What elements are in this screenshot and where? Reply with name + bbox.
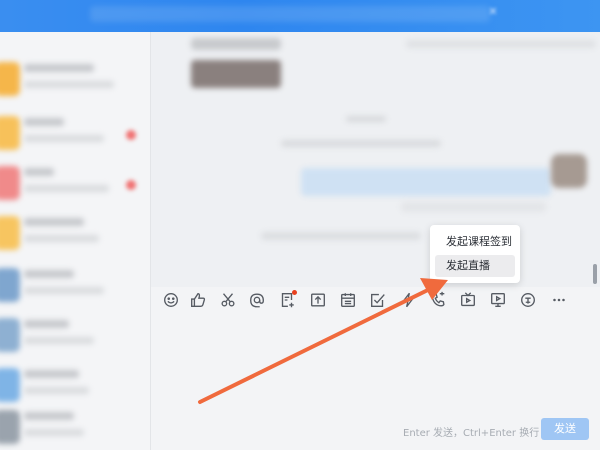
lightning-icon[interactable] (398, 290, 418, 310)
list-item[interactable] (0, 158, 150, 206)
message-toolbar (151, 287, 600, 313)
video-play-icon[interactable] (488, 290, 508, 310)
message-blurred (401, 202, 546, 212)
menu-item-start-course-checkin[interactable]: 发起课程签到 (435, 231, 515, 253)
task-check-icon[interactable] (368, 290, 388, 310)
list-item[interactable] (0, 108, 150, 156)
window-title-blurred (90, 6, 490, 22)
system-text-blurred (261, 232, 421, 240)
list-item[interactable] (0, 208, 150, 256)
emoji-icon[interactable] (161, 290, 181, 310)
avatar (0, 368, 20, 402)
avatar (0, 410, 20, 444)
list-item[interactable] (0, 402, 150, 450)
thumbs-up-icon[interactable] (188, 290, 208, 310)
avatar (0, 268, 20, 302)
chat-header-blurred (191, 38, 281, 50)
more-icon[interactable] (549, 290, 569, 310)
list-item[interactable] (0, 54, 150, 102)
at-icon[interactable] (247, 290, 267, 310)
image-message-blurred (191, 60, 281, 88)
avatar (0, 62, 20, 96)
scrollbar-thumb[interactable] (593, 264, 597, 284)
avatar (0, 318, 20, 352)
window-titlebar: ✕ (0, 0, 600, 32)
phone-call-icon[interactable] (428, 290, 448, 310)
chat-header-tools-blurred (406, 40, 596, 48)
upload-icon[interactable] (308, 290, 328, 310)
more-actions-popup: 发起课程签到 发起直播 (430, 225, 520, 283)
avatar (0, 216, 20, 250)
message-bubble-blurred (301, 168, 551, 196)
message-input-area[interactable]: Enter 发送，Ctrl+Enter 换行 发送 (151, 313, 600, 450)
list-item[interactable] (0, 260, 150, 308)
list-item[interactable] (0, 360, 150, 408)
notification-dot (292, 290, 297, 295)
document-add-icon[interactable] (277, 290, 297, 310)
avatar (551, 154, 587, 188)
list-item[interactable] (0, 310, 150, 358)
school-badge-icon[interactable] (518, 290, 538, 310)
unread-badge (126, 180, 136, 190)
tv-icon[interactable] (458, 290, 478, 310)
send-button[interactable]: 发送 (541, 418, 589, 440)
scissors-icon[interactable] (218, 290, 238, 310)
menu-item-start-live[interactable]: 发起直播 (435, 255, 515, 277)
unread-badge (126, 130, 136, 140)
close-window-icon[interactable]: ✕ (486, 5, 500, 19)
avatar (0, 166, 20, 200)
calendar-icon[interactable] (338, 290, 358, 310)
avatar (0, 116, 20, 150)
chat-message-area (151, 32, 600, 287)
timestamp-blurred (346, 116, 386, 122)
input-hint: Enter 发送，Ctrl+Enter 换行 (403, 428, 540, 439)
system-text-blurred (281, 140, 441, 147)
conversation-sidebar (0, 32, 151, 450)
